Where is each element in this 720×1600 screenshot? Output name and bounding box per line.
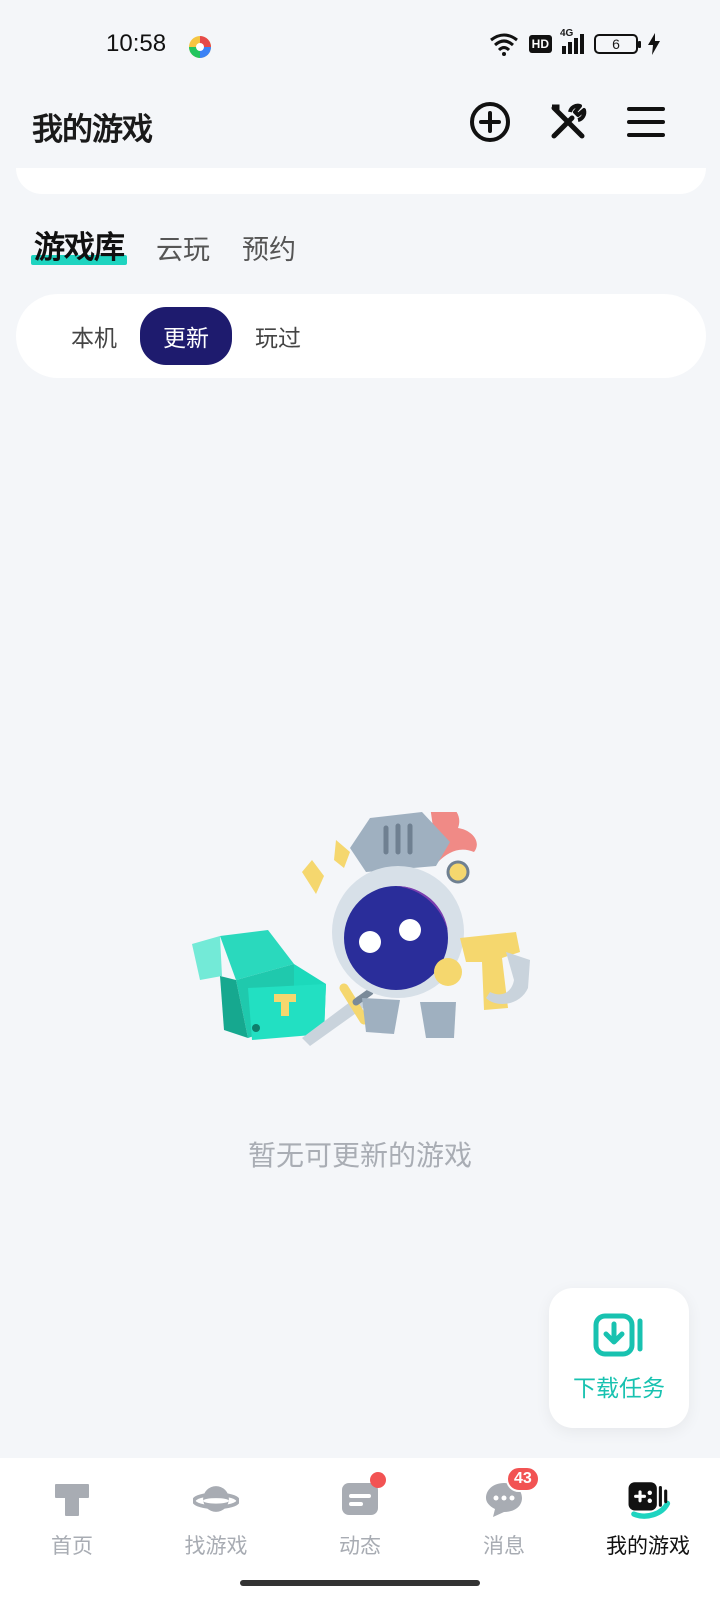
tools-button[interactable] — [546, 100, 590, 144]
main-tabs: 游戏库 云玩 预约 — [31, 222, 296, 267]
battery-indicator: 6 — [594, 34, 641, 54]
signal-icon: 4G — [560, 28, 584, 54]
page-title: 我的游戏 — [32, 112, 153, 148]
nav-item-feed[interactable]: 动态 — [288, 1458, 432, 1600]
nav-label: 找游戏 — [184, 1534, 248, 1558]
empty-state-illustration — [192, 812, 530, 1046]
download-icon — [593, 1313, 643, 1357]
add-game-button[interactable] — [468, 100, 512, 144]
wifi-icon — [489, 33, 518, 56]
sub-tab-local[interactable]: 本机 — [48, 307, 140, 365]
hd-badge: HD — [528, 35, 552, 53]
tab-cloud-play[interactable]: 云玩 — [156, 228, 210, 267]
nav-label: 首页 — [51, 1534, 93, 1558]
unread-count-badge: 43 — [506, 1466, 540, 1492]
plus-circle-icon — [470, 102, 510, 142]
bottom-navigation: 首页 找游戏 动态 43 消息 我的游戏 — [0, 1458, 720, 1600]
tab-label: 预约 — [242, 235, 296, 266]
nav-item-find-games[interactable]: 找游戏 — [144, 1458, 288, 1600]
tools-icon — [551, 103, 587, 139]
empty-state-message: 暂无可更新的游戏 — [247, 1139, 472, 1172]
download-tasks-button[interactable]: 下载任务 — [549, 1288, 689, 1428]
battery-level: 6 — [612, 36, 620, 52]
notification-dot — [370, 1472, 386, 1488]
tab-label: 游戏库 — [34, 230, 125, 266]
nav-label: 消息 — [483, 1534, 525, 1558]
status-time: 10:58 — [106, 30, 167, 57]
app-notification-icon — [189, 36, 211, 58]
sub-tab-played[interactable]: 玩过 — [232, 307, 324, 365]
tab-label: 云玩 — [156, 235, 210, 266]
tab-reservations[interactable]: 预约 — [242, 228, 296, 267]
knight-mascot-icon — [302, 812, 530, 1038]
nav-label: 我的游戏 — [606, 1534, 690, 1558]
home-indicator[interactable] — [240, 1580, 480, 1586]
hamburger-menu-icon — [627, 107, 665, 137]
download-tasks-label: 下载任务 — [573, 1376, 665, 1402]
sub-tab-updates[interactable]: 更新 — [140, 307, 232, 365]
charging-icon — [648, 33, 660, 55]
nav-item-messages[interactable]: 43 消息 — [432, 1458, 576, 1600]
nav-item-my-games[interactable]: 我的游戏 — [576, 1458, 720, 1600]
gamepad-icon — [625, 1476, 671, 1522]
network-type: 4G — [560, 28, 574, 39]
treasure-chest-icon — [192, 930, 326, 1040]
planet-icon — [193, 1476, 239, 1522]
tab-game-library[interactable]: 游戏库 — [31, 222, 127, 267]
sub-tab-segment: 本机 更新 玩过 — [16, 294, 706, 378]
app-header: 我的游戏 — [0, 92, 720, 172]
status-bar: 10:58 HD 4G 6 — [0, 0, 720, 92]
menu-button[interactable] — [624, 100, 668, 144]
nav-item-home[interactable]: 首页 — [0, 1458, 144, 1600]
collapsed-card — [16, 168, 706, 194]
home-icon — [49, 1476, 95, 1522]
nav-label: 动态 — [339, 1534, 381, 1558]
